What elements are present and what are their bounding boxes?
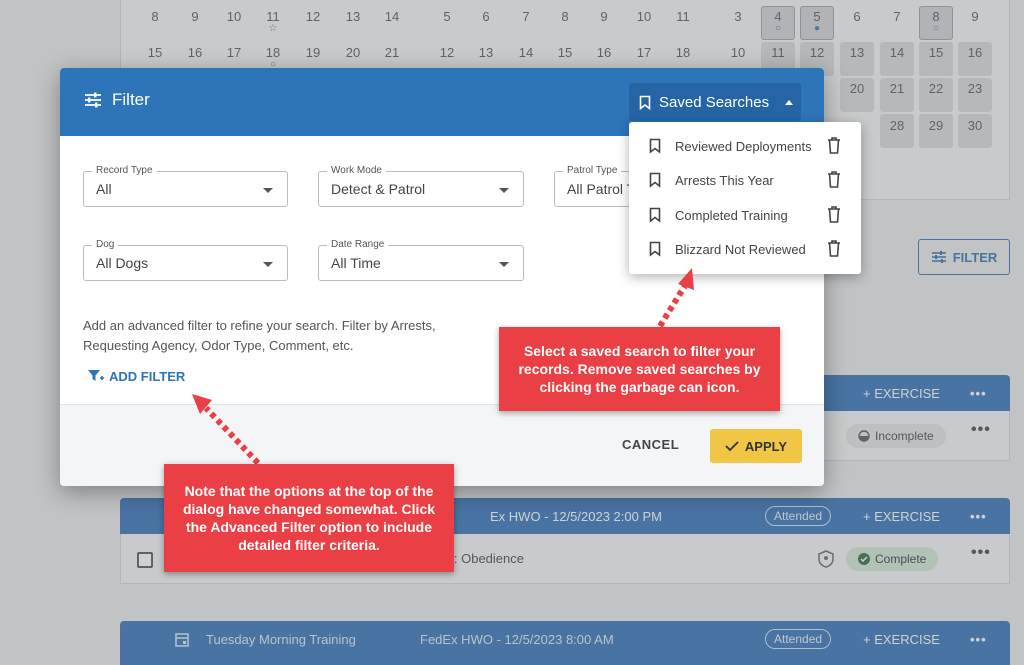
field-value: All Dogs bbox=[96, 255, 149, 271]
advanced-filter-callout: Note that the options at the top of the … bbox=[164, 464, 454, 572]
saved-search-callout: Select a saved search to filter your rec… bbox=[499, 327, 780, 411]
bookmark-icon bbox=[639, 95, 651, 110]
add-filter-button[interactable]: ADD FILTER bbox=[87, 368, 185, 384]
check-icon bbox=[725, 441, 739, 452]
saved-search-item[interactable]: Completed Training bbox=[629, 198, 861, 232]
filter-sliders-icon bbox=[85, 92, 101, 108]
work-mode-select[interactable]: Work Mode Detect & Patrol bbox=[318, 165, 524, 207]
bookmark-icon bbox=[649, 172, 661, 188]
apply-label: APPLY bbox=[744, 438, 788, 454]
filter-add-icon bbox=[88, 370, 104, 381]
field-label: Date Range bbox=[327, 239, 389, 250]
cancel-button[interactable]: CANCEL bbox=[622, 437, 679, 452]
chevron-down-icon bbox=[499, 262, 509, 267]
date-range-select[interactable]: Date Range All Time bbox=[318, 239, 524, 281]
bookmark-icon bbox=[649, 241, 661, 257]
field-label: Dog bbox=[92, 239, 119, 250]
saved-search-label: Blizzard Not Reviewed bbox=[675, 241, 806, 257]
dialog-title: Filter bbox=[84, 90, 150, 110]
field-label: Work Mode bbox=[327, 165, 386, 176]
field-label: Patrol Type bbox=[563, 165, 622, 176]
saved-search-label: Arrests This Year bbox=[675, 172, 774, 188]
field-value: All bbox=[96, 181, 112, 197]
callout-text: Select a saved search to filter your rec… bbox=[518, 343, 761, 395]
saved-search-item[interactable]: Arrests This Year bbox=[629, 163, 861, 197]
callout-text: Note that the options at the top of the … bbox=[182, 483, 436, 553]
trash-icon[interactable] bbox=[827, 206, 841, 223]
chevron-down-icon bbox=[263, 262, 273, 267]
dialog-title-text: Filter bbox=[112, 90, 150, 109]
trash-icon[interactable] bbox=[827, 137, 841, 154]
dog-select[interactable]: Dog All Dogs bbox=[83, 239, 288, 281]
add-filter-label: ADD FILTER bbox=[109, 368, 186, 384]
apply-button[interactable]: APPLY bbox=[710, 429, 802, 463]
bookmark-icon bbox=[649, 138, 661, 154]
field-value: All Time bbox=[331, 255, 381, 271]
saved-search-label: Completed Training bbox=[675, 207, 788, 223]
saved-search-item[interactable]: Reviewed Deployments bbox=[629, 129, 861, 163]
chevron-down-icon bbox=[263, 188, 273, 193]
trash-icon[interactable] bbox=[827, 240, 841, 257]
saved-search-item[interactable]: Blizzard Not Reviewed bbox=[629, 232, 861, 266]
trash-icon[interactable] bbox=[827, 171, 841, 188]
saved-searches-button[interactable]: Saved Searches bbox=[629, 83, 801, 121]
caret-up-icon bbox=[785, 99, 794, 105]
field-value: Detect & Patrol bbox=[331, 181, 426, 197]
saved-searches-label: Saved Searches bbox=[659, 93, 770, 111]
saved-searches-menu: Reviewed Deployments Arrests This Year C… bbox=[629, 122, 861, 274]
field-value: All Patrol T bbox=[567, 181, 636, 197]
bookmark-icon bbox=[649, 207, 661, 223]
record-type-select[interactable]: Record Type All bbox=[83, 165, 288, 207]
advanced-filter-help: Add an advanced filter to refine your se… bbox=[83, 318, 436, 353]
field-label: Record Type bbox=[92, 165, 157, 176]
chevron-down-icon bbox=[499, 188, 509, 193]
saved-search-label: Reviewed Deployments bbox=[675, 138, 812, 154]
